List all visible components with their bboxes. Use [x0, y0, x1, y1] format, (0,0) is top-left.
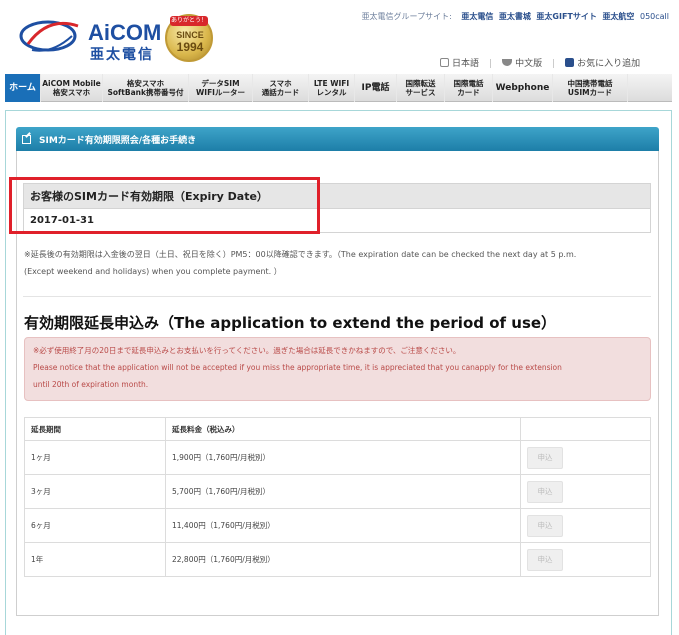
divider [23, 296, 651, 297]
nav-china-usim[interactable]: 中国携帯電話 USIMカード [553, 74, 628, 102]
since-banner: ありがとう！ [170, 16, 208, 26]
apply-button-1month[interactable]: 申込 [527, 446, 563, 469]
row-action: 申込 [520, 508, 651, 543]
row-period: 3ヶ月 [24, 474, 166, 509]
panel-title: SIMカード有効期限照会/各種お手続き [39, 135, 197, 146]
group-link-aicom-gift[interactable]: 亜太GIFTサイト [536, 12, 596, 21]
group-link-aicom-books[interactable]: 亜太書城 [499, 12, 531, 21]
logo-swoosh-icon [19, 20, 79, 52]
since-label: SINCE [176, 30, 204, 40]
table-row: 6ヶ月 11,400円（1,760円/月税別） 申込 [24, 508, 651, 543]
lang-japanese-label: 日本語 [452, 59, 480, 69]
nav-webphone[interactable]: Webphone [493, 74, 553, 102]
aicom-logo[interactable]: AiCOM 亜太電信 [18, 14, 168, 64]
page-icon [440, 58, 449, 67]
row-price: 5,700円（1,760円/月税別） [165, 474, 521, 509]
group-link-aicom-tel[interactable]: 亜太電信 [461, 12, 493, 21]
panel-header: SIMカード有効期限照会/各種お手続き [16, 127, 659, 151]
row-price: 11,400円（1,760円/月税別） [165, 508, 521, 543]
site-header: AiCOM 亜太電信 ありがとう！ SINCE 1994 亜太電信グループサイト… [0, 0, 679, 73]
alert-line2: Please notice that the application will … [33, 363, 562, 372]
row-period: 1年 [24, 542, 166, 577]
alert-line3: until 20th of expiration month. [33, 380, 149, 389]
table-row: 1ヶ月 1,900円（1,760円/月税別） 申込 [24, 440, 651, 475]
expiry-note-line1: ※延長後の有効期限は入金後の翌日（土日、祝日を除く）PM5：00以降確認できます… [24, 250, 577, 259]
nav-lte-wifi[interactable]: LTE WIFI レンタル [309, 74, 355, 102]
main-nav: ホーム AiCOM Mobile 格安スマホ 格安スマホ SoftBank携帯番… [5, 74, 672, 102]
row-price: 22,800円（1,760円/月税別） [165, 542, 521, 577]
logo-subtext: 亜太電信 [90, 47, 154, 63]
row-action: 申込 [520, 474, 651, 509]
bookmark-icon [565, 58, 575, 67]
add-favorite[interactable]: お気に入り追加 [565, 56, 640, 69]
header-action [520, 417, 651, 441]
row-period: 1ヶ月 [24, 440, 166, 475]
nav-data-sim[interactable]: データSIM WIFIルーター [189, 74, 253, 102]
alert-line1: ※必ず使用終了月の20日まで延長申込みとお支払いを行ってください。過ぎた場合は延… [33, 346, 461, 355]
apply-button-3month[interactable]: 申込 [527, 480, 563, 503]
since-year: 1994 [176, 40, 204, 54]
nav-ip-phone[interactable]: IP電話 [355, 74, 397, 102]
expiry-note-line2: (Except weekend and holidays) when you c… [24, 267, 282, 276]
apply-button-1year[interactable]: 申込 [527, 548, 563, 571]
row-action: 申込 [520, 542, 651, 577]
header-price: 延長料金（税込み） [165, 417, 521, 441]
table-row: 3ヶ月 5,700円（1,760円/月税別） 申込 [24, 474, 651, 509]
nav-softbank-sim[interactable]: 格安スマホ SoftBank携帯番号付 [103, 74, 189, 102]
lang-chinese-label: 中文版 [515, 59, 543, 69]
extension-table: 延長期間 延長料金（税込み） 1ヶ月 1,900円（1,760円/月税別） 申込… [24, 417, 651, 577]
apply-button-6month[interactable]: 申込 [527, 514, 563, 537]
nav-aicom-mobile[interactable]: AiCOM Mobile 格安スマホ [41, 74, 103, 102]
nav-calling-card[interactable]: スマホ 通話カード [253, 74, 309, 102]
highlight-annotation [9, 177, 320, 234]
extension-title: 有効期限延長申込み（The application to extend the … [24, 314, 557, 332]
nav-intl-card[interactable]: 国際電話 カード [445, 74, 493, 102]
group-link-aicom-air[interactable]: 亜太航空 [602, 12, 634, 21]
group-sites-bar: 亜太電信グループサイト: 亜太電信 亜太書城 亜太GIFTサイト 亜太航空 05… [362, 11, 669, 22]
lang-chinese[interactable]: 中文版 [502, 56, 542, 69]
lang-japanese[interactable]: 日本語 [440, 56, 479, 69]
edit-icon [22, 134, 31, 144]
group-sites-label: 亜太電信グループサイト: [361, 12, 452, 21]
cup-icon [502, 59, 513, 66]
table-header-row: 延長期間 延長料金（税込み） [24, 417, 651, 441]
nav-call-forwarding[interactable]: 国際転送 サービス [397, 74, 445, 102]
nav-home[interactable]: ホーム [5, 74, 41, 102]
expiry-note: ※延長後の有効期限は入金後の翌日（土日、祝日を除く）PM5：00以降確認できます… [24, 246, 654, 280]
header-period: 延長期間 [24, 417, 166, 441]
row-price: 1,900円（1,760円/月税別） [165, 440, 521, 475]
add-favorite-label: お気に入り追加 [577, 59, 641, 69]
logo-text: AiCOM [88, 20, 162, 45]
row-period: 6ヶ月 [24, 508, 166, 543]
table-row: 1年 22,800円（1,760円/月税別） 申込 [24, 542, 651, 577]
group-link-050call[interactable]: 050call [640, 12, 669, 21]
extension-alert: ※必ず使用終了月の20日まで延長申込みとお支払いを行ってください。過ぎた場合は延… [24, 337, 651, 401]
row-action: 申込 [520, 440, 651, 475]
language-bar: 日本語 | 中文版 | お気に入り追加 [440, 56, 650, 69]
